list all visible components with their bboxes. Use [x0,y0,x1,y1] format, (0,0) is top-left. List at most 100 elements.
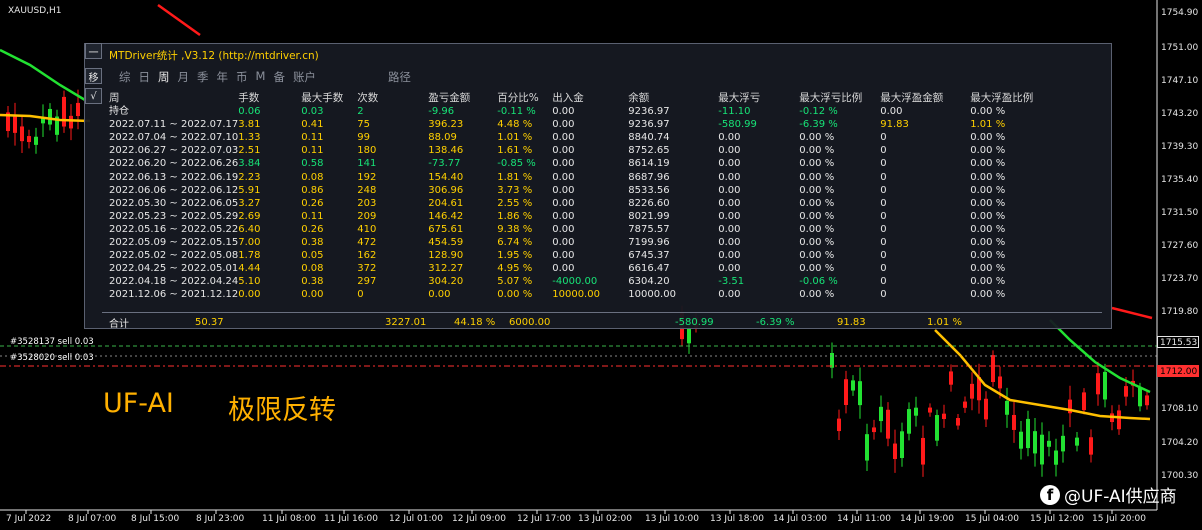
table-cell: 7875.57 [628,223,670,235]
table-row[interactable]: 2022.06.27 ~ 2022.07.03 2.51 0.11 180 138.46… [109,144,1040,157]
table-cell: 0.00 [718,237,741,249]
price-axis[interactable]: 1754.90 1751.00 1747.10 1743.20 1739.30 1735.… [1157,0,1202,510]
table-row[interactable]: 2022.04.25 ~ 2022.05.01 4.44 0.08 372 312.27… [109,262,1040,275]
candle-body [69,115,73,129]
mtdriver-stats-panel: 一 移 √ MTDriver统计 ,V3.12 (http://mtdriver… [84,43,1112,330]
tab-6[interactable]: 币 [236,69,248,85]
tab-2[interactable]: 周 [158,69,170,85]
table-cell: 0.00 [552,250,575,262]
table-cell: 50.37 [195,317,224,328]
table-cell: 0.00 [552,106,575,118]
order-label[interactable]: #3528137 sell 0.03 [10,337,94,347]
table-cell: 2022.07.04 ~ 2022.07.10 [109,132,239,144]
time-tick-label: 13 Jul 18:00 [710,514,764,524]
table-cell: 154.40 [428,171,464,183]
table-cell: 0.00 [552,263,575,275]
stats-table: 周 手数 最大手数 次数 盈亏金额 百分比% 出入金 余额 最大浮亏 最大浮亏比例 最大浮盈金额 最大… [109,92,1040,302]
table-cell: 1.61 % [497,145,533,157]
table-cell [585,315,675,330]
candle-body [886,409,890,439]
table-cell: 0.00 [552,210,575,222]
tab-8[interactable]: 备 [273,69,285,85]
table-cell: 0.00 % [970,145,1006,157]
table-cell: 138.46 [428,145,464,157]
time-tick-label: 7 Jul 2022 [6,514,52,524]
tab-3[interactable]: 月 [178,69,190,85]
candle-body [1047,440,1051,447]
table-cell: 0.00 [718,171,741,183]
tab-7[interactable]: M [256,69,266,85]
table-cell: 2022.05.16 ~ 2022.05.22 [109,223,239,235]
table-cell: 75 [357,119,370,131]
table-cell: 297 [357,276,377,288]
table-cell: 0.00 % [970,158,1006,170]
open-positions-row[interactable]: 持仓 0.06 0.03 2 -9.96 -0.11 % 0.00 9236.97 -11.10… [109,105,1040,118]
check-button[interactable]: √ [85,88,102,104]
time-tick-label: 11 Jul 16:00 [324,514,378,524]
table-row[interactable]: 2021.12.06 ~ 2021.12.12 0.00 0.00 0 0.00 0.00… [109,288,1040,301]
table-row[interactable]: 2022.07.11 ~ 2022.07.17 3.81 0.41 75 396.23 4… [109,118,1040,131]
table-cell: 0.00 [428,289,451,301]
table-row[interactable]: 2022.05.30 ~ 2022.06.05 3.27 0.26 203 204.61… [109,197,1040,210]
candle-body [921,437,925,465]
price-tick-label: 1727.60 [1161,241,1199,251]
table-cell: 312.27 [428,263,464,275]
table-cell: 2022.05.30 ~ 2022.06.05 [109,197,239,209]
table-cell: 306.96 [428,184,464,196]
banner-slogan: 极限反转 [228,395,336,426]
tab-4[interactable]: 季 [197,69,209,85]
order-label[interactable]: #3528020 sell 0.03 [10,353,94,363]
table-cell: 0 [880,276,887,288]
summary-table: 合计 50.37 3227.01 44.18 % 6000.00 -580.99 -6.39… [109,315,997,330]
panel-title: MTDriver统计 ,V3.12 (http://mtdriver.cn) [109,50,319,62]
table-row[interactable]: 2022.06.20 ~ 2022.06.26 3.84 0.58 141 -73.77… [109,157,1040,170]
tab-5[interactable]: 年 [217,69,229,85]
candle-body [907,409,911,434]
table-cell: 128.90 [428,250,464,262]
table-cell: 1.86 % [497,210,533,222]
table-row[interactable]: 2022.05.09 ~ 2022.05.15 7.00 0.38 472 454.59… [109,236,1040,249]
tab-1[interactable]: 日 [139,69,151,85]
table-cell: 2022.04.25 ~ 2022.05.01 [109,263,239,275]
candle-body [1005,400,1009,415]
table-row[interactable]: 2022.04.18 ~ 2022.04.24 5.10 0.38 297 304.20… [109,275,1040,288]
table-cell: 0 [880,132,887,144]
tab-9[interactable]: 账户 [293,69,316,85]
candle-body [1124,386,1128,397]
table-cell: -580.99 [718,119,757,131]
table-cell: 9236.97 [628,119,670,131]
candle-body [956,418,960,426]
table-cell: 0.11 [301,145,324,157]
table-row[interactable]: 2022.07.04 ~ 2022.07.10 1.33 0.11 99 88.09 1.… [109,131,1040,144]
table-cell: 8533.56 [628,184,670,196]
table-cell: 2 [357,106,364,118]
table-cell: 0.00 [552,145,575,157]
table-cell: 0.00 [718,145,741,157]
table-cell: 9236.97 [628,106,670,118]
table-row[interactable]: 2022.05.23 ~ 2022.05.29 2.69 0.11 209 146.42… [109,210,1040,223]
table-cell: 2022.06.06 ~ 2022.06.12 [109,184,239,196]
table-row[interactable]: 2022.05.16 ~ 2022.05.22 6.40 0.26 410 675.61… [109,223,1040,236]
table-cell: 最大浮亏比例 [799,92,863,104]
time-axis[interactable]: 7 Jul 2022 8 Jul 07:00 8 Jul 15:00 8 Jul 23… [0,510,1157,530]
candle-body [900,431,904,459]
candle-body [851,380,855,391]
period-tabs: 综日周月季年币 M 备账户 路径 [119,69,419,85]
table-cell: 0 [880,158,887,170]
move-button[interactable]: 移 [85,68,102,84]
table-cell: 0.26 [301,197,324,209]
table-row[interactable]: 2022.05.02 ~ 2022.05.08 1.78 0.05 162 128.90… [109,249,1040,262]
tab-0[interactable]: 综 [119,69,131,85]
table-cell: 0.11 [301,132,324,144]
table-cell: 454.59 [428,237,464,249]
table-row[interactable]: 2022.06.06 ~ 2022.06.12 5.91 0.86 248 306.96… [109,184,1040,197]
table-cell: 0.00 [552,132,575,144]
table-cell: 3.73 % [497,184,533,196]
tab-10[interactable]: 路径 [388,69,411,85]
table-cell: 百分比% [497,92,539,104]
table-cell: 0.00 % [970,276,1006,288]
table-cell: 0 [880,171,887,183]
minimize-button[interactable]: 一 [85,43,102,59]
table-cell: 0.11 [301,210,324,222]
table-row[interactable]: 2022.06.13 ~ 2022.06.19 2.23 0.08 192 154.40… [109,171,1040,184]
